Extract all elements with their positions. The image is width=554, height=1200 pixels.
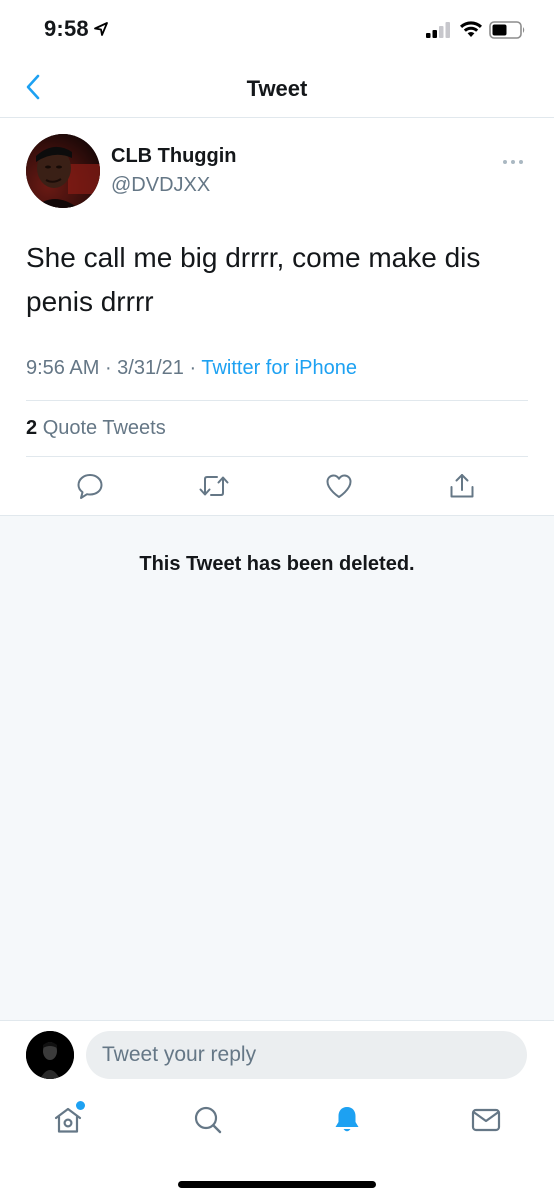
more-options-button[interactable]: [502, 152, 524, 164]
tweet-author: CLB Thuggin @DVDJXX: [26, 134, 528, 210]
meta-separator: ·: [99, 357, 118, 379]
tweet-meta: 9:56 AM · 3/31/21 · Twitter for iPhone: [26, 357, 357, 380]
notifications-icon: [331, 1104, 363, 1141]
home-notification-dot: [76, 1101, 85, 1110]
status-time: 9:58: [44, 16, 89, 41]
location-arrow-icon: [93, 21, 109, 42]
deleted-tweet-area: This Tweet has been deleted.: [0, 515, 554, 1020]
meta-separator: ·: [183, 357, 202, 379]
status-bar: 9:58: [0, 0, 554, 60]
quote-tweets-link[interactable]: 2 Quote Tweets: [26, 417, 166, 440]
display-name[interactable]: CLB Thuggin: [111, 145, 237, 168]
search-icon: [192, 1104, 224, 1141]
divider: [26, 400, 528, 401]
share-button[interactable]: [444, 470, 480, 506]
messages-icon: [470, 1104, 502, 1141]
tweet-time: 9:56 AM: [26, 357, 100, 379]
tab-bar: [0, 1090, 554, 1200]
quote-count: 2: [26, 417, 38, 439]
tweet-actions: [0, 470, 554, 506]
battery-icon: [489, 21, 527, 44]
reply-bar: [0, 1020, 554, 1090]
share-icon: [448, 472, 476, 505]
reply-avatar[interactable]: [26, 1031, 74, 1079]
home-indicator[interactable]: [178, 1181, 376, 1188]
quote-label: Quote Tweets: [42, 417, 166, 439]
reply-icon: [76, 472, 104, 505]
more-icon: [502, 152, 524, 169]
avatar[interactable]: [26, 134, 100, 208]
tab-messages[interactable]: [466, 1102, 506, 1142]
like-button[interactable]: [321, 470, 357, 506]
signal-icon: [426, 22, 452, 43]
tweet-text: She call me big drrrr, come make dis pen…: [26, 242, 481, 317]
retweet-button[interactable]: [196, 470, 232, 506]
retweet-icon: [198, 472, 230, 505]
wifi-icon: [459, 20, 483, 43]
user-handle[interactable]: @DVDJXX: [111, 174, 210, 197]
divider: [26, 456, 528, 457]
tab-search[interactable]: [188, 1102, 228, 1142]
tweet-date: 3/31/21: [117, 357, 184, 379]
deleted-tweet-notice: This Tweet has been deleted.: [139, 553, 415, 575]
page-title: Tweet: [246, 76, 308, 101]
tweet-source-link[interactable]: Twitter for iPhone: [201, 357, 357, 379]
nav-header: Tweet: [0, 60, 554, 118]
tab-notifications[interactable]: [327, 1102, 367, 1142]
reply-button[interactable]: [72, 470, 108, 506]
reply-input[interactable]: [86, 1031, 527, 1079]
like-icon: [325, 473, 353, 504]
